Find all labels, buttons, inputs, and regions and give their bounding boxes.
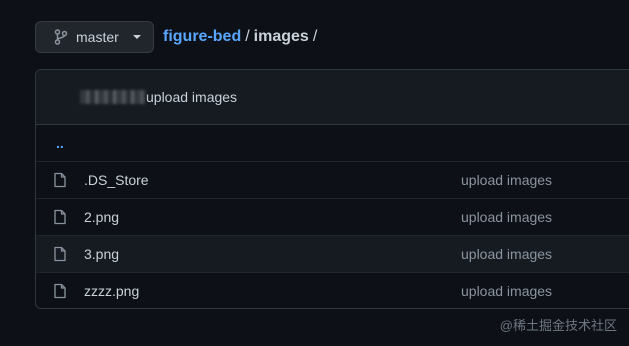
parent-directory-row[interactable]: .. [36, 125, 629, 162]
file-commit-message[interactable]: upload images [461, 172, 552, 188]
top-bar: master figure-bed / images / [35, 21, 321, 53]
file-row[interactable]: 2.png upload images [36, 199, 629, 236]
file-icon [53, 172, 67, 188]
file-icon [53, 209, 67, 225]
file-row[interactable]: 3.png upload images [36, 236, 629, 273]
file-name-link[interactable]: .DS_Store [84, 172, 149, 188]
file-icon [53, 283, 67, 299]
parent-directory-link[interactable]: .. [56, 135, 64, 151]
file-name-link[interactable]: 2.png [84, 209, 119, 225]
file-list: upload images .. .DS_Store upload images [35, 69, 629, 309]
branch-name: master [76, 29, 119, 45]
breadcrumb: figure-bed / images / [163, 28, 321, 46]
breadcrumb-folder: images [253, 28, 309, 45]
watermark: @稀土掘金技术社区 [499, 318, 617, 333]
git-branch-icon [54, 29, 68, 45]
latest-commit-message[interactable]: upload images [146, 89, 237, 105]
file-commit-message[interactable]: upload images [461, 209, 552, 225]
blurred-author-avatar [80, 90, 146, 104]
file-icon [53, 246, 67, 262]
page: master figure-bed / images / upload imag… [0, 0, 629, 346]
latest-commit-bar: upload images [36, 70, 629, 125]
branch-select-button[interactable]: master [35, 21, 154, 53]
file-name-link[interactable]: 3.png [84, 246, 119, 262]
breadcrumb-trailing-separator: / [312, 28, 318, 45]
file-name-link[interactable]: zzzz.png [84, 283, 139, 299]
file-row[interactable]: .DS_Store upload images [36, 162, 629, 199]
file-row[interactable]: zzzz.png upload images [36, 273, 629, 308]
chevron-down-icon [133, 35, 141, 39]
file-commit-message[interactable]: upload images [461, 246, 552, 262]
breadcrumb-repo-link[interactable]: figure-bed [163, 28, 241, 46]
breadcrumb-separator: / [245, 28, 250, 45]
file-commit-message[interactable]: upload images [461, 283, 552, 299]
